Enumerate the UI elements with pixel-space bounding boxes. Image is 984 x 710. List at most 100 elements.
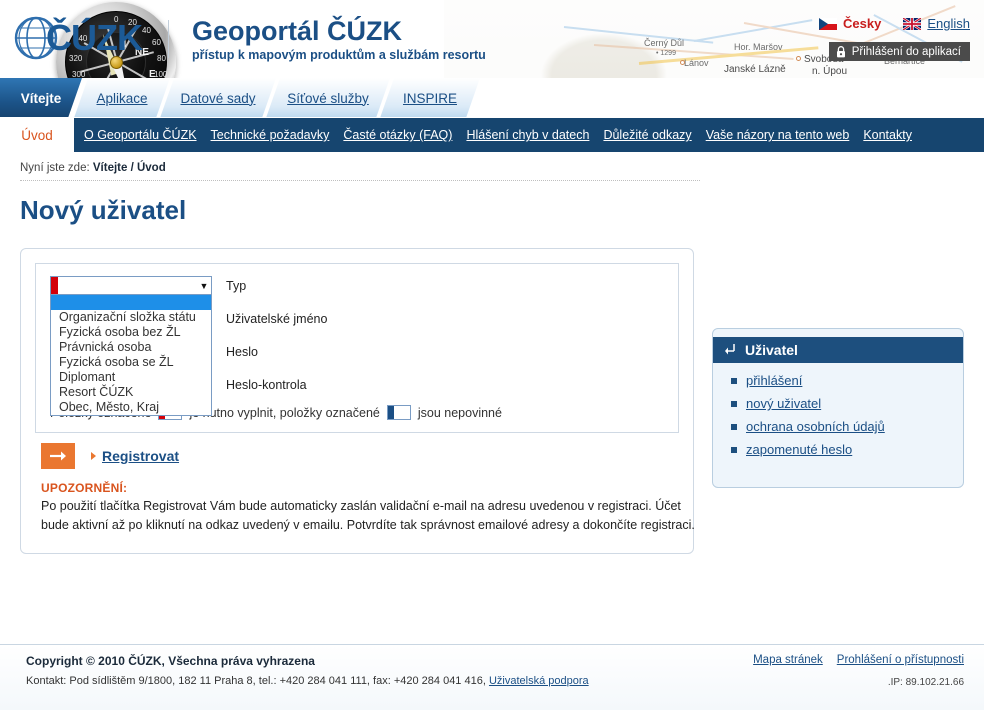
bullet-icon <box>731 377 737 384</box>
footer-links: Mapa stránek Prohlášení o přístupnosti <box>753 654 964 666</box>
tab-label: INSPIRE <box>402 90 457 106</box>
map-label: Hor. Maršov <box>734 42 783 52</box>
page-root: Černý Důl Lánov Janské Lázně Svoboda n. … <box>0 0 984 710</box>
submit-row: Registrovat <box>41 443 679 469</box>
map-label: n. Úpou <box>812 66 848 77</box>
tab-label: Aplikace <box>96 90 148 106</box>
flag-uk-icon <box>903 17 922 30</box>
legend-text-3: jsou nepovinné <box>417 405 502 420</box>
register-link-label: Registrovat <box>102 448 180 464</box>
tab-label: Datové sady <box>180 90 256 106</box>
type-option-diplomant[interactable]: Diplomant <box>51 370 211 385</box>
type-select-wrapper: ▼ Organizační složka státu Fyzická osoba… <box>50 276 212 416</box>
type-option-fyzicka-osoba-bez-zl[interactable]: Fyzická osoba bez ŽL <box>51 325 211 340</box>
subnav-item-dulezite-odkazy[interactable]: Důležité odkazy <box>603 128 691 142</box>
map-background <box>444 0 984 78</box>
flag-cz-icon <box>819 17 838 30</box>
subnav-item-technicke-pozadavky[interactable]: Technické požadavky <box>211 128 330 142</box>
sidebar-item-zapomenute-heslo[interactable]: zapomenuté heslo <box>731 442 963 457</box>
subnav-item-vase-nazory[interactable]: Vaše názory na tento web <box>706 128 850 142</box>
logo-text: ČÚZK <box>46 17 143 58</box>
breadcrumb: Nyní jste zde: Vítejte / Úvod <box>14 152 694 180</box>
tab-aplikace[interactable]: Aplikace <box>74 78 170 118</box>
breadcrumb-prefix: Nyní jste zde: <box>20 162 90 174</box>
register-link[interactable]: Registrovat <box>91 448 179 464</box>
map-label: Lánov <box>684 58 709 68</box>
arrow-right-icon <box>50 451 66 461</box>
required-marker <box>51 277 58 294</box>
sidebar-user-box: Uživatel přihlášení nový uživatel ochran… <box>712 328 964 488</box>
breadcrumb-path: Vítejte / Úvod <box>92 162 166 174</box>
form-labels: Typ Uživatelské jméno Heslo Heslo-kontro… <box>226 276 327 409</box>
type-option-pravnicka-osoba[interactable]: Právnická osoba <box>51 340 211 355</box>
footer-inner: Copyright © 2010 ČÚZK, Všechna práva vyh… <box>0 645 984 688</box>
map-label: Černý Důl <box>644 38 685 48</box>
footer-link-mapa-stranek[interactable]: Mapa stránek <box>753 654 823 666</box>
sidebar-link-label[interactable]: ochrana osobních údajů <box>746 419 885 434</box>
type-option-blank[interactable] <box>51 295 211 310</box>
tab-inspire[interactable]: INSPIRE <box>380 78 480 118</box>
legend-optional-swatch <box>386 405 411 420</box>
subnav-active-label: Úvod <box>21 127 53 143</box>
site-subtitle: přístup k mapovým produktům a službám re… <box>192 48 486 63</box>
sidebar-item-prihlaseni[interactable]: přihlášení <box>731 373 963 388</box>
subnav-item-faq[interactable]: Časté otázky (FAQ) <box>343 128 452 142</box>
registration-panel: ▼ Organizační složka státu Fyzická osoba… <box>20 248 695 554</box>
sidebar-link-label[interactable]: zapomenuté heslo <box>746 442 852 457</box>
type-option-organizacni-slozka-statu[interactable]: Organizační složka státu <box>51 310 211 325</box>
type-option-fyzicka-osoba-se-zl[interactable]: Fyzická osoba se ŽL <box>51 355 211 370</box>
sidebar-item-novy-uzivatel[interactable]: nový uživatel <box>731 396 963 411</box>
tab-label: Síťové služby <box>287 90 369 106</box>
form-fields-row: ▼ Organizační složka státu Fyzická osoba… <box>50 276 664 416</box>
main-tabs: Vítejte Aplikace Datové sady Síťové služ… <box>0 78 984 118</box>
breadcrumb-divider <box>20 180 700 181</box>
subnav-item-o-geoportalu[interactable]: O Geoportálu ČÚZK <box>84 128 197 142</box>
type-select-options[interactable]: Organizační složka státu Fyzická osoba b… <box>50 295 212 416</box>
page-title: Nový uživatel <box>20 195 187 225</box>
chevron-down-icon: ▼ <box>199 280 209 291</box>
sidebar-link-label[interactable]: nový uživatel <box>746 396 821 411</box>
footer-contact: Kontakt: Pod sídlištěm 9/1800, 182 11 Pr… <box>26 675 964 687</box>
subnav-item-uvod[interactable]: Úvod <box>0 118 74 152</box>
tab-label: Vítejte <box>20 90 62 106</box>
bullet-icon <box>731 423 737 430</box>
notice-title: UPOZORNĚNÍ: <box>41 481 128 495</box>
sidebar-item-ochrana-osobnich-udaju[interactable]: ochrana osobních údajů <box>731 419 963 434</box>
type-select[interactable]: ▼ <box>50 276 212 295</box>
tab-vitejte[interactable]: Vítejte <box>0 78 82 118</box>
label-typ: Typ <box>226 279 247 293</box>
map-label: • 1299 <box>656 50 676 57</box>
site-identity: Geoportál ČÚZK přístup k mapovým produkt… <box>192 16 486 63</box>
footer-support-link[interactable]: Uživatelská podpora <box>489 675 589 687</box>
subnav-links: O Geoportálu ČÚZK Technické požadavky Ča… <box>84 128 912 142</box>
label-heslo: Heslo <box>226 345 258 359</box>
sidebar-header: Uživatel <box>713 337 963 363</box>
map-label: Janské Lázně <box>724 64 786 75</box>
sidebar-list: přihlášení nový uživatel ochrana osobníc… <box>713 373 963 457</box>
header-background-image: Černý Důl Lánov Janské Lázně Svoboda n. … <box>444 0 984 78</box>
site-title: Geoportál ČÚZK <box>192 16 403 46</box>
notice-block: UPOZORNĚNÍ: Po použití tlačítka Registro… <box>41 481 701 535</box>
type-option-obec-mesto-kraj[interactable]: Obec, Město, Kraj <box>51 400 211 415</box>
tab-datove-sady[interactable]: Datové sady <box>160 78 276 118</box>
language-label-en: English <box>927 16 970 31</box>
language-label-cs: Česky <box>843 16 882 31</box>
language-switcher: Česky English <box>819 16 970 31</box>
type-option-resort-cuzk[interactable]: Resort ČÚZK <box>51 385 211 400</box>
sub-navigation: Úvod O Geoportálu ČÚZK Technické požadav… <box>0 118 984 152</box>
subnav-item-hlaseni-chyb[interactable]: Hlášení chyb v datech <box>466 128 589 142</box>
main-column: Nyní jste zde: Vítejte / Úvod Nový uživa… <box>14 152 700 554</box>
subnav-item-kontakty[interactable]: Kontakty <box>863 128 912 142</box>
site-logo[interactable]: ČÚZK <box>14 16 143 60</box>
footer-contact-text: Kontakt: Pod sídlištěm 9/1800, 182 11 Pr… <box>26 675 486 687</box>
site-footer: Copyright © 2010 ČÚZK, Všechna práva vyh… <box>0 644 984 710</box>
footer-link-prohlaseni[interactable]: Prohlášení o přístupnosti <box>837 654 964 666</box>
register-arrow-button[interactable] <box>41 443 75 469</box>
login-button[interactable]: Přihlášení do aplikací <box>828 42 970 61</box>
sidebar-link-label[interactable]: přihlášení <box>746 373 802 388</box>
logo-divider <box>168 20 169 58</box>
language-link-cs[interactable]: Česky <box>819 16 881 31</box>
notice-text: Po použití tlačítka Registrovat Vám bude… <box>41 499 695 532</box>
tab-sitove-sluzby[interactable]: Síťové služby <box>266 78 390 118</box>
language-link-en[interactable]: English <box>903 16 970 31</box>
